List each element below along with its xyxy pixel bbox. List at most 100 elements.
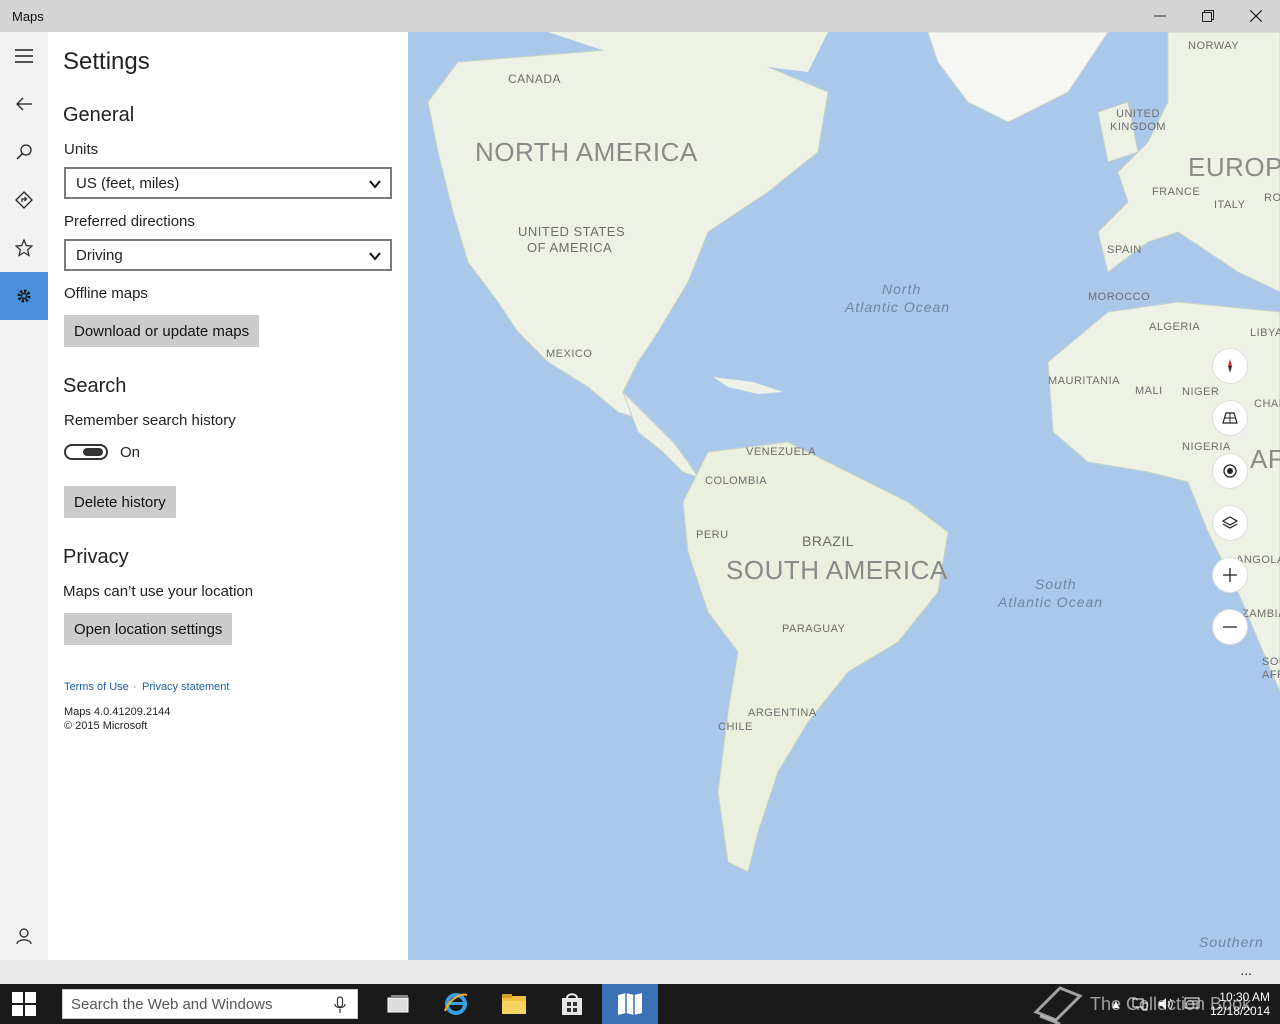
layers-icon — [1222, 516, 1238, 529]
map-label-morocco: MOROCCO — [1088, 291, 1151, 303]
star-icon — [15, 239, 33, 257]
map-label-brazil: BRAZIL — [802, 533, 855, 549]
start-button[interactable] — [0, 984, 48, 1024]
store-button[interactable] — [544, 984, 600, 1024]
map-label-libya: LIBYA — [1250, 327, 1280, 339]
toggle-knob — [83, 448, 103, 456]
general-heading: General — [63, 104, 135, 126]
map-label-north-atlantic-line2: Atlantic Ocean — [845, 299, 951, 315]
action-center-icon[interactable] — [1184, 997, 1200, 1011]
task-view-icon — [387, 995, 409, 1013]
compass-icon — [1228, 359, 1232, 373]
tilt-icon — [1222, 412, 1238, 424]
map-label-peru: PERU — [696, 529, 729, 541]
remember-search-label: Remember search history — [64, 412, 236, 429]
preferred-directions-dropdown[interactable]: Driving — [64, 239, 392, 271]
task-view-button[interactable] — [370, 984, 426, 1024]
map-label-chile: CHILE — [718, 721, 753, 733]
restore-icon — [1202, 10, 1214, 22]
hamburger-icon — [15, 49, 33, 63]
version-text: Maps 4.0.41209.2144 — [64, 706, 171, 718]
privacy-heading: Privacy — [63, 546, 129, 568]
show-hidden-icons-icon[interactable]: ▲ — [1110, 997, 1122, 1011]
close-button[interactable] — [1232, 0, 1280, 32]
zoom-in-button[interactable] — [1212, 557, 1248, 593]
map-label-norway: NORWAY — [1188, 40, 1240, 52]
internet-explorer-button[interactable] — [428, 984, 484, 1024]
copyright-text: © 2015 Microsoft — [64, 720, 148, 732]
system-clock[interactable]: 10:30 AM 12/18/2014 — [1210, 990, 1270, 1018]
map-label-venezuela: VENEZUELA — [746, 446, 816, 458]
map-label-usa-line2: OF AMERICA — [527, 240, 613, 255]
location-status-text: Maps can’t use your location — [63, 583, 254, 600]
internet-explorer-icon — [444, 993, 468, 1015]
folder-icon — [502, 994, 526, 1014]
search-nav-button[interactable] — [0, 128, 48, 176]
directions-icon — [15, 191, 33, 209]
store-bag-icon — [562, 993, 582, 1015]
favorites-nav-button[interactable] — [0, 224, 48, 272]
map-view[interactable]: CANADA NORTH AMERICA UNITED STATES OF AM… — [408, 32, 1280, 960]
map-label-niger: NIGER — [1182, 386, 1220, 398]
clock-time: 10:30 AM — [1219, 990, 1270, 1004]
minimize-icon — [1154, 15, 1166, 17]
preferred-directions-label: Preferred directions — [64, 213, 195, 230]
map-label-argentina: ARGENTINA — [748, 707, 817, 719]
map-label-mexico: MEXICO — [546, 348, 593, 360]
privacy-statement-link[interactable]: Privacy statement — [142, 681, 229, 693]
location-target-icon — [1223, 464, 1237, 478]
close-icon — [1250, 10, 1262, 22]
system-tray: ▲ 10:30 AM 12/18/2014 — [1110, 984, 1270, 1024]
maximize-button[interactable] — [1184, 0, 1232, 32]
download-maps-button[interactable]: Download or update maps — [64, 315, 260, 347]
settings-pane: Settings General Units US (feet, miles) … — [48, 32, 408, 960]
map-label-uk-line2: KINGDOM — [1110, 121, 1167, 133]
back-button[interactable] — [0, 80, 48, 128]
plus-icon — [1223, 568, 1237, 582]
map-label-europe: EUROPE — [1188, 152, 1280, 182]
file-explorer-button[interactable] — [486, 984, 542, 1024]
map-label-uk-line1: UNITED — [1116, 108, 1160, 120]
account-button[interactable] — [0, 912, 48, 960]
hamburger-menu-button[interactable] — [0, 32, 48, 80]
search-history-toggle[interactable] — [64, 444, 108, 460]
map-label-north-atlantic-line1: North — [882, 281, 922, 297]
app-bottom-bar: ... — [0, 960, 1280, 984]
map-label-south-africa-line1: SOU — [1262, 656, 1280, 668]
map-label-rome: ROM — [1264, 192, 1280, 204]
units-label: Units — [64, 141, 99, 158]
back-arrow-icon — [16, 97, 32, 111]
directions-nav-button[interactable] — [0, 176, 48, 224]
microphone-icon[interactable] — [333, 996, 347, 1014]
map-label-south-america: SOUTH AMERICA — [726, 555, 948, 585]
link-separator: · — [133, 681, 137, 693]
title-bar: Maps — [0, 0, 1280, 32]
chevron-down-icon — [369, 180, 381, 189]
units-dropdown[interactable]: US (feet, miles) — [64, 167, 392, 199]
terms-of-use-link[interactable]: Terms of Use — [64, 681, 129, 693]
preferred-directions-value: Driving — [76, 246, 123, 264]
map-layers-button[interactable] — [1212, 505, 1248, 541]
more-options-icon[interactable]: ... — [1240, 963, 1252, 977]
map-label-zambia: ZAMBIA — [1242, 608, 1280, 620]
compass-button[interactable] — [1212, 348, 1248, 384]
open-location-settings-button[interactable]: Open location settings — [64, 613, 233, 645]
map-background — [408, 32, 1280, 960]
page-title: Settings — [63, 48, 150, 75]
map-label-south-africa-line2: AFR — [1262, 669, 1280, 681]
zoom-out-button[interactable] — [1212, 609, 1248, 645]
settings-nav-button[interactable] — [0, 272, 48, 320]
taskbar-search-box[interactable]: Search the Web and Windows — [62, 989, 358, 1019]
my-location-button[interactable] — [1212, 453, 1248, 489]
maps-app-button[interactable] — [602, 984, 658, 1024]
minimize-button[interactable] — [1136, 0, 1184, 32]
delete-history-button[interactable]: Delete history — [64, 486, 176, 518]
volume-icon[interactable] — [1158, 997, 1174, 1011]
map-label-colombia: COLOMBIA — [705, 475, 768, 487]
tilt-button[interactable] — [1212, 400, 1248, 436]
map-label-south-atlantic-line1: South — [1035, 576, 1077, 592]
toggle-state-label: On — [120, 444, 141, 461]
map-label-italy: ITALY — [1214, 199, 1246, 211]
network-icon[interactable] — [1132, 997, 1148, 1011]
units-value: US (feet, miles) — [76, 174, 180, 192]
